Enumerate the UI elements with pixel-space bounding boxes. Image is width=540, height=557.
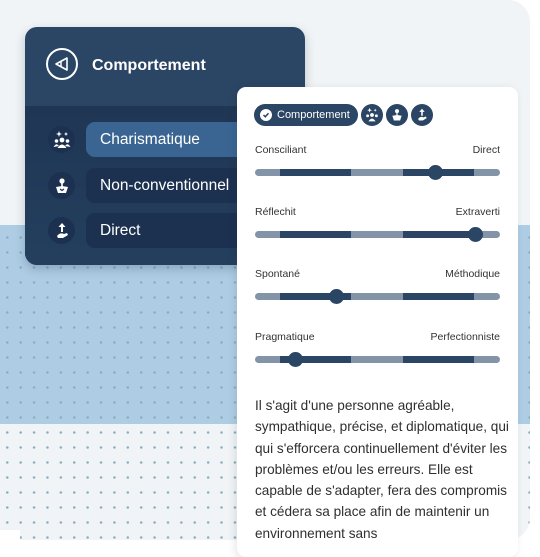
slider-right-label: Méthodique [445, 268, 500, 280]
slider-consciliant-direct: Consciliant Direct [255, 144, 500, 194]
slider-spontane-methodique: Spontané Méthodique [255, 268, 500, 318]
triangle-logo-icon [46, 48, 78, 80]
hand-arrow-up-icon [48, 217, 75, 244]
description-text: Il s'agit d'une personne agréable, sympa… [255, 398, 509, 541]
track-segment [280, 169, 351, 176]
slider-track[interactable] [255, 289, 500, 304]
slider-thumb[interactable] [328, 289, 344, 304]
group-sparkle-icon [48, 126, 75, 153]
slider-track[interactable] [255, 165, 500, 180]
slider-pragmatique-perfectionniste: Pragmatique Perfectionniste [255, 331, 500, 381]
idea-box-icon[interactable] [385, 104, 408, 126]
slider-track[interactable] [255, 352, 500, 367]
slider-track[interactable] [255, 227, 500, 242]
track-segment [403, 356, 474, 363]
slider-right-label: Perfectionniste [430, 331, 500, 343]
track-segment [403, 293, 474, 300]
track-segment [403, 231, 474, 238]
slider-right-label: Extraverti [455, 206, 500, 218]
check-circle-icon [260, 109, 272, 121]
slider-thumb[interactable] [468, 227, 484, 242]
corner-mask [0, 530, 20, 540]
behavior-tag[interactable]: Comportement [254, 104, 358, 126]
slider-thumb[interactable] [427, 165, 443, 180]
slider-left-label: Consciliant [255, 144, 307, 156]
slider-reflechit-extraverti: Réflechit Extraverti [255, 206, 500, 256]
track-segment [280, 231, 351, 238]
slider-thumb[interactable] [288, 352, 304, 367]
slider-left-label: Spontané [255, 268, 300, 280]
tag-row: Comportement [254, 104, 433, 126]
profile-card: Comportement Consciliant Direct Réflechit… [237, 87, 518, 557]
slider-left-label: Réflechit [255, 206, 296, 218]
panel-title: Comportement [92, 57, 206, 74]
tag-label: Comportement [277, 109, 350, 121]
idea-box-icon [48, 172, 75, 199]
hand-arrow-up-icon[interactable] [410, 104, 433, 126]
slider-right-label: Direct [472, 144, 500, 156]
outer-margin [530, 0, 540, 540]
slider-left-label: Pragmatique [255, 331, 315, 343]
group-sparkle-icon[interactable] [360, 104, 383, 126]
